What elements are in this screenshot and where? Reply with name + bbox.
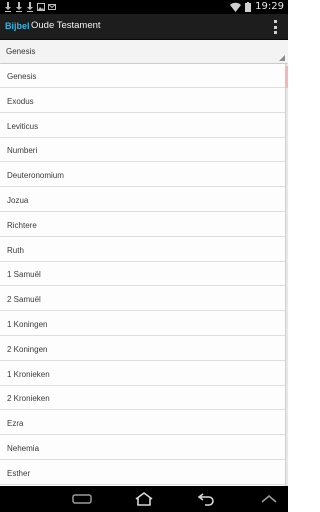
download-icon	[15, 2, 23, 12]
page-edge	[286, 64, 288, 486]
list-item[interactable]: Richtere	[0, 213, 285, 237]
home-icon[interactable]	[129, 489, 159, 509]
download-icon	[4, 2, 12, 12]
list-item[interactable]: 1 Samuël	[0, 262, 285, 287]
notification-icons	[4, 1, 56, 13]
list-item-label: Nehemia	[7, 444, 40, 453]
book-spinner[interactable]: Genesis	[0, 40, 288, 64]
list-item[interactable]: Genesis	[0, 64, 285, 88]
up-icon[interactable]	[254, 489, 284, 509]
scrollbar[interactable]	[285, 66, 288, 88]
navigation-bar	[0, 486, 288, 512]
list-item[interactable]: Nehemia	[0, 436, 285, 460]
list-item-label: 1 Koningen	[7, 320, 48, 329]
list-item[interactable]: 1 Kronieken	[0, 362, 285, 386]
list-item[interactable]: Ezra	[0, 411, 285, 436]
list-item-label: 2 Samuël	[7, 295, 41, 305]
list-item[interactable]: 2 Samuël	[0, 287, 285, 312]
clock: 19:29	[255, 1, 284, 12]
email-icon	[48, 2, 56, 12]
dropdown-caret-icon	[279, 55, 285, 61]
page-title: Oude Testament	[31, 20, 101, 31]
list-item[interactable]: Leviticus	[0, 114, 285, 138]
list-item[interactable]: Numberi	[0, 138, 285, 163]
list-item-label: Exodus	[7, 96, 34, 106]
list-item-label: Numberi	[7, 146, 38, 156]
list-item[interactable]: 2 Koningen	[0, 337, 285, 361]
list-item[interactable]: Ruth	[0, 238, 285, 262]
list-item-label: Leviticus	[7, 121, 39, 131]
spinner-selected-value: Genesis	[6, 47, 36, 56]
download-icon	[26, 2, 34, 12]
list-item-label: 2 Koningen	[7, 344, 48, 354]
status-bar: 19:29	[0, 0, 288, 14]
list-item-label: Deuteronomium	[7, 171, 64, 181]
back-icon[interactable]	[191, 489, 221, 509]
list-item-label: Ruth	[7, 245, 24, 255]
list-item-label: Esther	[7, 468, 31, 478]
list-item-label: Richtere	[7, 220, 37, 230]
list-item[interactable]: Exodus	[0, 89, 285, 113]
list-item-label: Jozua	[7, 196, 29, 205]
image-icon	[37, 2, 45, 12]
book-dropdown-list: Genesis Exodus Leviticus Numberi Deutero…	[0, 64, 286, 486]
collapse-icon[interactable]	[67, 489, 97, 509]
list-item[interactable]: Jozua	[0, 188, 285, 212]
app-badge[interactable]: Bijbel	[5, 20, 30, 32]
system-icons: 19:29	[230, 1, 284, 13]
list-item-label: Ezra	[7, 419, 24, 429]
more-vert-icon[interactable]	[272, 20, 278, 34]
list-item[interactable]: Esther	[0, 461, 285, 485]
wifi-icon	[230, 2, 242, 12]
battery-icon	[245, 2, 252, 12]
list-item[interactable]: 1 Koningen	[0, 312, 285, 336]
list-item-label: 1 Kronieken	[7, 369, 50, 379]
list-item[interactable]: Deuteronomium	[0, 163, 285, 188]
action-bar: Bijbel Oude Testament	[0, 14, 288, 40]
list-item-label: 2 Kronieken	[7, 394, 50, 404]
list-item-label: 1 Samuël	[7, 270, 41, 280]
list-item[interactable]: 2 Kronieken	[0, 386, 285, 411]
list-item-label: Genesis	[7, 72, 37, 81]
